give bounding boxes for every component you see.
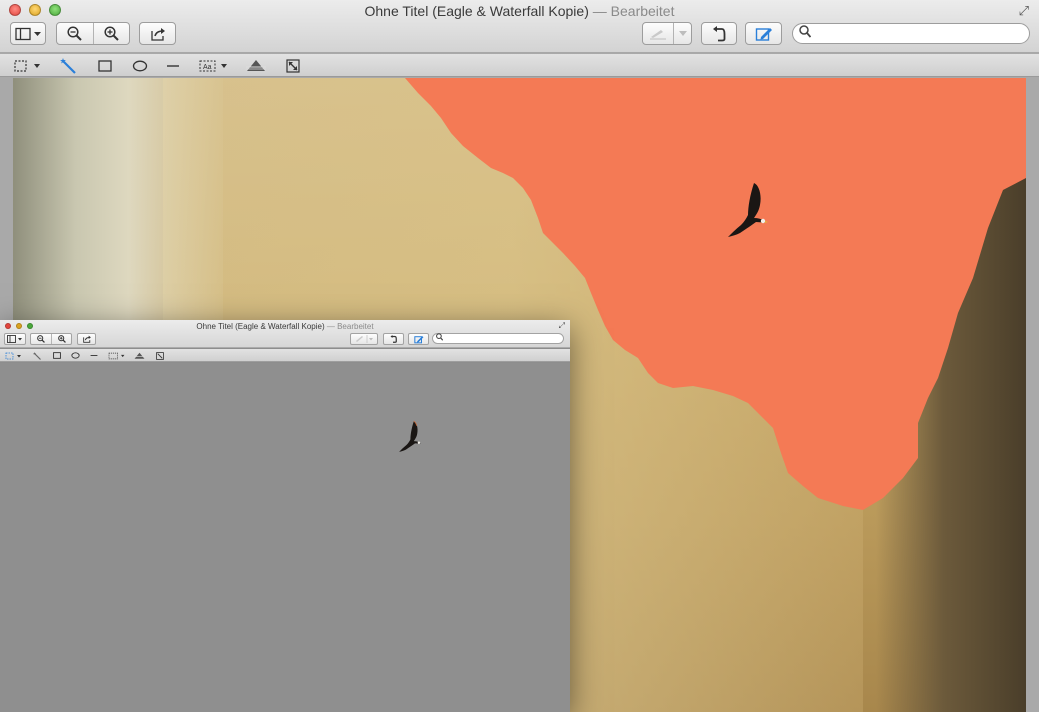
zoom-out-icon [67, 26, 83, 41]
window2-title-text: Ohne Titel (Eagle & Waterfall Kopie) [196, 322, 325, 331]
eagle-icon [728, 183, 768, 237]
text-tool-icon [108, 352, 125, 359]
signature-button[interactable] [642, 22, 692, 45]
markup-pen-icon [755, 27, 772, 41]
window2-rotate-button[interactable] [383, 333, 404, 345]
adjust-size-icon [286, 58, 300, 73]
fullscreen-icon[interactable]: ⤢ [1019, 3, 1029, 19]
window2-fullscreen-icon[interactable]: ⤢ [559, 321, 565, 331]
search-icon [436, 333, 444, 343]
search-icon [799, 25, 812, 41]
zoom-in-button[interactable] [92, 23, 129, 44]
window2-zoom-in-button[interactable] [51, 334, 71, 344]
markup-pen-icon [413, 335, 423, 343]
rotate-button[interactable] [701, 22, 737, 45]
adjust-color-icon [134, 352, 145, 359]
window2-search-field[interactable] [432, 333, 564, 344]
sidebar-icon [15, 27, 41, 40]
window2-rect-selection-tool[interactable] [5, 350, 23, 361]
line-shape-icon [90, 355, 98, 356]
instant-alpha-icon [33, 351, 41, 360]
text-tool[interactable]: Aa [198, 56, 230, 75]
instant-alpha-tool[interactable] [58, 56, 80, 75]
rect-selection-icon [14, 59, 40, 72]
search-field[interactable] [792, 23, 1030, 44]
signature-icon [650, 29, 666, 39]
window2-title: Ohne Titel (Eagle & Waterfall Kopie) — B… [0, 322, 570, 331]
zoom-in-icon [57, 335, 66, 343]
rotate-icon [390, 335, 397, 343]
text-tool-icon: Aa [199, 60, 227, 71]
window2-zoom-control [30, 333, 72, 345]
markup-toolbar-button[interactable] [745, 22, 782, 45]
window2-markup-toolbar-button[interactable] [408, 333, 429, 345]
window2-sidebar-button[interactable] [4, 333, 26, 345]
oval-shape-icon [132, 60, 148, 71]
search-input[interactable] [815, 26, 1021, 42]
window2-image-canvas[interactable] [0, 363, 570, 712]
window-title-text: Ohne Titel (Eagle & Waterfall Kopie) [364, 3, 589, 19]
rectangle-shape-tool[interactable] [95, 56, 115, 75]
window2-instant-alpha-tool[interactable] [33, 350, 42, 361]
share-icon [82, 335, 91, 343]
adjust-color-tool[interactable] [245, 56, 267, 75]
window2-search-input[interactable] [445, 335, 559, 343]
instant-alpha-icon [60, 57, 76, 74]
window2-rectangle-shape-tool[interactable] [53, 350, 61, 361]
window2-oval-shape-tool[interactable] [71, 350, 80, 361]
duplicate-preview-window: Ohne Titel (Eagle & Waterfall Kopie) — B… [0, 320, 570, 712]
adjust-color-icon [246, 59, 266, 71]
adjust-size-icon [156, 351, 164, 360]
signature-segment [643, 23, 673, 44]
rect-selection-icon [5, 352, 21, 359]
window2-adjust-color-tool[interactable] [134, 350, 145, 361]
signature-dropdown-segment [673, 23, 691, 44]
signature-icon [356, 335, 373, 343]
sidebar-button[interactable] [10, 22, 46, 45]
oval-shape-icon [71, 352, 80, 359]
rectangle-shape-icon [98, 59, 112, 72]
markup-toolbar: Aa [0, 54, 1039, 77]
rect-selection-tool[interactable] [12, 56, 42, 75]
title-bar: Ohne Titel (Eagle & Waterfall Kopie) — B… [0, 0, 1039, 53]
oval-shape-tool[interactable] [129, 56, 151, 75]
rotate-icon [713, 25, 726, 41]
line-shape-tool[interactable] [163, 56, 183, 75]
line-shape-icon [167, 64, 179, 67]
window-title: Ohne Titel (Eagle & Waterfall Kopie) — B… [0, 3, 1039, 19]
window2-text-tool[interactable] [108, 350, 126, 361]
adjust-size-tool[interactable] [283, 56, 303, 75]
zoom-control [56, 22, 130, 45]
share-button[interactable] [139, 22, 176, 45]
eagle-icon [399, 420, 421, 452]
window2-title-bar: Ohne Titel (Eagle & Waterfall Kopie) — B… [0, 320, 570, 348]
sidebar-icon [7, 335, 22, 343]
zoom-out-icon [37, 335, 45, 343]
share-icon [150, 27, 165, 41]
window2-line-shape-tool[interactable] [90, 350, 98, 361]
zoom-in-icon [104, 26, 119, 41]
window2-title-status: — Bearbeitet [326, 322, 374, 331]
rectangle-shape-icon [53, 352, 61, 359]
window-title-status: — Bearbeitet [592, 3, 675, 19]
zoom-out-button[interactable] [57, 23, 93, 44]
window2-zoom-out-button[interactable] [31, 334, 51, 344]
svg-text:Aa: Aa [203, 64, 212, 71]
chevron-down-icon [678, 30, 687, 36]
window2-markup-toolbar [0, 349, 570, 362]
window2-signature-button[interactable] [350, 333, 378, 345]
window2-share-button[interactable] [77, 333, 96, 345]
window2-adjust-size-tool[interactable] [156, 350, 164, 361]
